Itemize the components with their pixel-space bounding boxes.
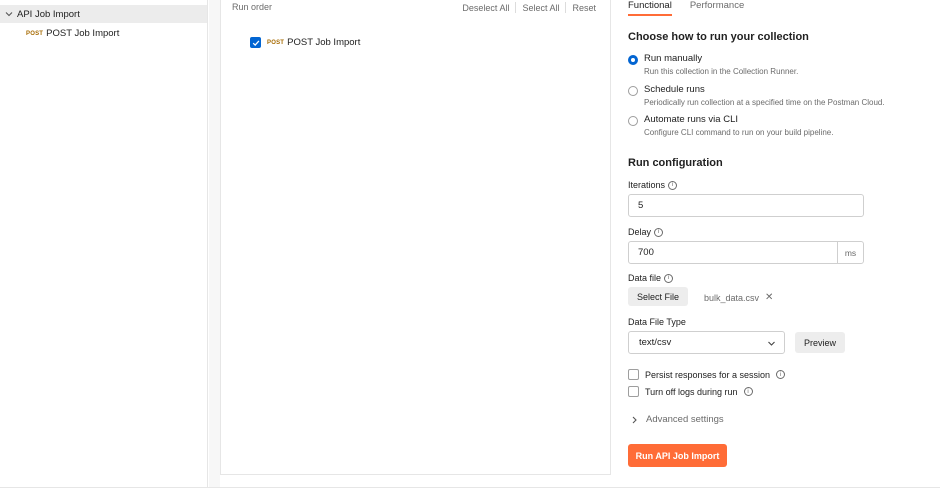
info-icon[interactable]: i [664, 273, 674, 283]
iterations-label-text: Iterations [628, 180, 666, 190]
data-file-label: Data file i [628, 273, 674, 283]
advanced-settings-toggle[interactable]: Advanced settings [631, 414, 724, 425]
delay-input[interactable]: 700 ms [628, 241, 864, 264]
run-config-heading: Run configuration [628, 157, 723, 169]
info-icon[interactable]: i [668, 180, 678, 190]
data-file-label-text: Data file [628, 273, 662, 283]
data-file-type-label: Data File Type [628, 317, 686, 327]
select-value: text/csv [639, 337, 672, 348]
run-collection-button[interactable]: Run API Job Import [628, 444, 727, 467]
panel-divider [611, 0, 618, 488]
method-badge: POST [26, 30, 44, 37]
tab-performance[interactable]: Performance [690, 0, 744, 16]
method-badge: POST [267, 39, 285, 46]
delay-label: Delay i [628, 227, 664, 237]
run-order-title: Run order [232, 2, 273, 12]
info-icon[interactable]: i [743, 387, 753, 396]
run-order-panel: Run order Deselect All Select All Reset … [220, 0, 611, 475]
sidebar-request-item[interactable]: POST POST Job Import [26, 28, 119, 39]
chevron-down-icon [767, 339, 776, 351]
deselect-all-button[interactable]: Deselect All [462, 3, 509, 13]
iterations-value: 5 [638, 200, 644, 211]
schedule-runs-radio[interactable] [628, 86, 638, 96]
run-order-item: POST POST Job Import [250, 37, 360, 48]
preview-button[interactable]: Preview [795, 332, 845, 353]
automate-cli-radio[interactable] [628, 116, 638, 126]
checkbox-label: Turn off logs during run [645, 386, 738, 397]
tab-functional[interactable]: Functional [628, 0, 672, 16]
info-icon[interactable]: i [654, 227, 664, 237]
run-mode-heading: Choose how to run your collection [628, 31, 809, 43]
run-order-actions: Deselect All Select All Reset [462, 2, 596, 13]
reset-button[interactable]: Reset [572, 3, 596, 13]
schedule-runs-option[interactable]: Schedule runs Periodically run collectio… [628, 84, 885, 107]
chevron-right-icon [631, 416, 638, 424]
divider [515, 2, 517, 13]
iterations-input[interactable]: 5 [628, 194, 864, 217]
panel-divider [209, 0, 220, 488]
persist-responses-row[interactable]: Persist responses for a session i [628, 369, 786, 380]
select-file-button[interactable]: Select File [628, 287, 688, 306]
selected-file: bulk_data.csv ✕ [704, 292, 773, 303]
check-icon [252, 39, 259, 46]
option-label: Run manually [644, 53, 703, 64]
divider [565, 2, 567, 13]
collection-name: API Job Import [17, 8, 80, 20]
option-description: Run this collection in the Collection Ru… [644, 67, 799, 76]
checkbox-label: Persist responses for a session [645, 369, 771, 380]
turn-off-logs-row[interactable]: Turn off logs during run i [628, 386, 753, 397]
delay-value: 700 [638, 247, 654, 258]
option-label: Automate runs via CLI [644, 114, 738, 125]
info-icon[interactable]: i [776, 370, 786, 379]
run-config-panel: Functional Performance Choose how to run… [618, 0, 940, 488]
run-manually-radio[interactable] [628, 55, 638, 65]
select-all-button[interactable]: Select All [522, 3, 559, 13]
request-name: POST Job Import [46, 28, 120, 39]
runner-tabs: Functional Performance [628, 0, 762, 16]
file-name: bulk_data.csv [704, 292, 760, 303]
request-name: POST Job Import [287, 37, 361, 48]
collection-sidebar: API Job Import POST POST Job Import [0, 0, 208, 488]
persist-responses-checkbox[interactable] [628, 369, 639, 380]
request-checkbox[interactable] [250, 37, 261, 48]
advanced-settings-label: Advanced settings [646, 414, 724, 425]
delay-label-text: Delay [628, 227, 652, 237]
automate-cli-option[interactable]: Automate runs via CLI Configure CLI comm… [628, 114, 833, 137]
option-description: Configure CLI command to run on your bui… [644, 128, 834, 137]
run-manually-option[interactable]: Run manually Run this collection in the … [628, 53, 798, 76]
option-label: Schedule runs [644, 84, 705, 95]
chevron-down-icon[interactable] [4, 9, 14, 19]
delay-unit: ms [837, 242, 863, 263]
sidebar-collection-item[interactable]: API Job Import [0, 5, 207, 23]
iterations-label: Iterations i [628, 180, 678, 190]
close-icon[interactable]: ✕ [765, 292, 773, 303]
data-file-type-select[interactable]: text/csv [628, 331, 785, 354]
turn-off-logs-checkbox[interactable] [628, 386, 639, 397]
option-description: Periodically run collection at a specifi… [644, 98, 885, 107]
